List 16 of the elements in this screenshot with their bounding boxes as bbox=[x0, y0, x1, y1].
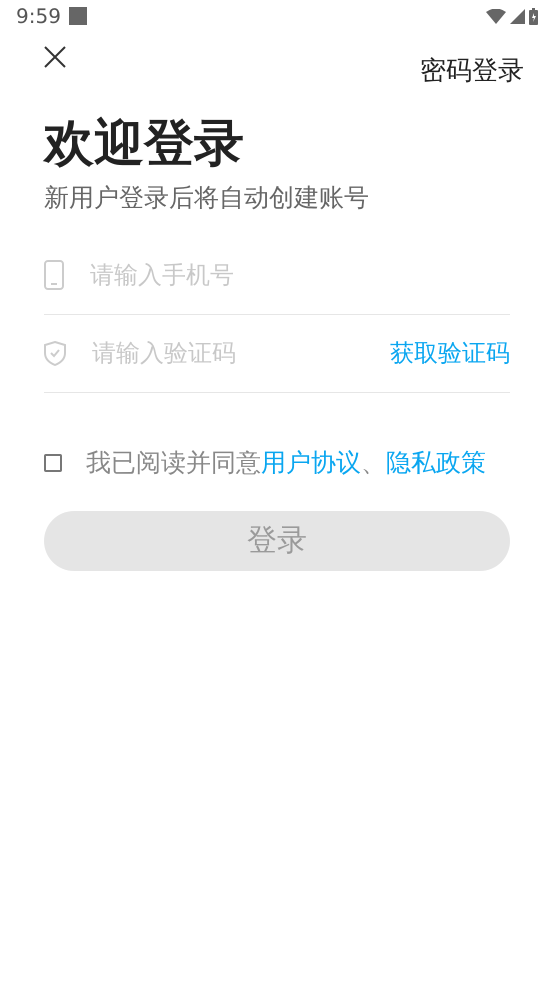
status-time: 9:59 bbox=[16, 3, 61, 30]
subtitle: 新用户登录后将自动创建账号 bbox=[44, 182, 370, 214]
shield-icon bbox=[44, 340, 66, 366]
signal-icon bbox=[510, 8, 525, 24]
battery-icon bbox=[529, 8, 538, 24]
get-code-button[interactable]: 获取验证码 bbox=[390, 335, 510, 371]
page-title: 欢迎登录 bbox=[44, 113, 245, 173]
agreement-text: 我已阅读并同意用户协议、隐私政策 bbox=[86, 446, 486, 478]
password-login-link[interactable]: 密码登录 bbox=[420, 52, 524, 91]
close-icon[interactable] bbox=[44, 46, 66, 68]
phone-icon bbox=[44, 260, 64, 290]
checkbox[interactable] bbox=[44, 454, 62, 472]
privacy-policy-link[interactable]: 隐私政策 bbox=[386, 448, 486, 476]
user-agreement-link[interactable]: 用户协议 bbox=[261, 448, 361, 476]
notification-icon bbox=[68, 7, 87, 25]
wifi-icon bbox=[486, 8, 506, 24]
